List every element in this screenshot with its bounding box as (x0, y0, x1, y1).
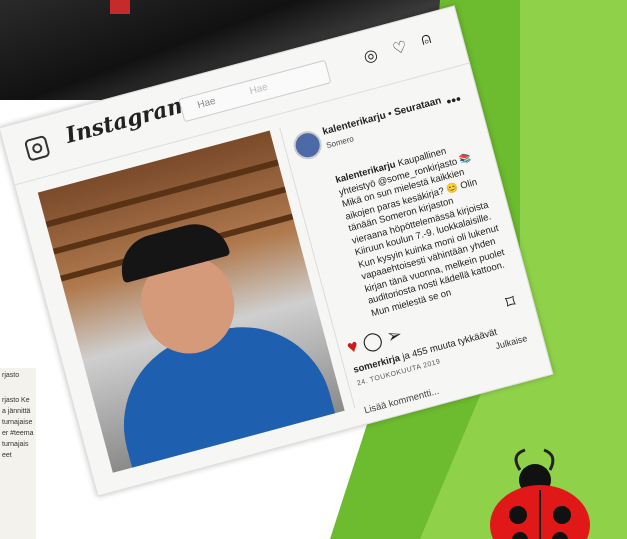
user-icon[interactable]: ⍝ (419, 30, 433, 50)
likes-text: ja 455 muuta tykkäävät (401, 326, 499, 363)
search-placeholder: Hae (248, 81, 270, 98)
left-printout-line: turnajaise (2, 419, 33, 426)
publish-button[interactable]: Julkaise (494, 333, 528, 351)
photo-scene: rjasto rjasto Ke a jännittä turnajaise e… (0, 0, 627, 539)
more-icon[interactable]: ••• (444, 90, 462, 109)
post-caption: kalenterikarju Kaupallinen yhteistyö @so… (334, 138, 513, 320)
left-printout-line: turnajais (2, 441, 29, 448)
compass-icon[interactable]: ◎ (361, 44, 380, 67)
heart-icon[interactable]: ♡ (390, 37, 409, 60)
left-printout-line: er #teema (2, 430, 34, 437)
ladybug-icon (490, 448, 590, 539)
left-printout-line: a jännittä (2, 408, 31, 415)
instagram-glyph-icon[interactable] (23, 134, 51, 162)
bookshelf (45, 159, 279, 228)
left-printout-line: rjasto Ke (2, 397, 30, 404)
post-location[interactable]: Somero (325, 134, 354, 150)
account-line[interactable]: kalenterikarju • Seurataan (321, 95, 442, 137)
left-printout: rjasto rjasto Ke a jännittä turnajaise e… (0, 368, 36, 539)
like-heart-icon[interactable]: ♥ (345, 335, 360, 357)
search-prefix: Hae (196, 95, 217, 112)
comment-icon[interactable]: ◯ (360, 329, 385, 354)
avatar[interactable] (290, 128, 325, 163)
bookmark-icon[interactable]: ⌑ (504, 291, 518, 314)
share-icon[interactable]: ➢ (384, 324, 404, 347)
left-printout-line: eet (2, 452, 12, 459)
left-printout-line: rjasto (2, 372, 20, 379)
